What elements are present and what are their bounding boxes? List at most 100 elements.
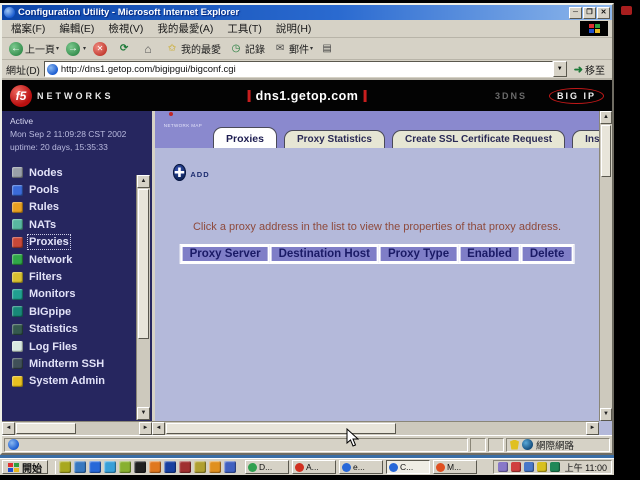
home-button[interactable]: ⌂ (138, 39, 161, 59)
refresh-button[interactable]: ⟳ (114, 39, 137, 59)
taskbar-window-button[interactable]: C... (386, 460, 430, 474)
scroll-up-icon[interactable]: ▲ (600, 111, 612, 124)
taskbar-window-button[interactable]: D... (245, 460, 289, 474)
window-button-icon (436, 463, 445, 472)
quicklaunch-icon[interactable] (224, 461, 236, 473)
link-bigip[interactable]: BIG IP (549, 88, 604, 104)
sidebar-item-nats[interactable]: NATs (12, 216, 152, 233)
quicklaunch-icon[interactable] (209, 461, 221, 473)
scrollbar-thumb[interactable] (16, 423, 76, 434)
tab-create-ssl-cert-request[interactable]: Create SSL Certificate Request (392, 130, 565, 148)
menu-item[interactable]: 說明(H) (269, 20, 319, 37)
history-button[interactable]: ◷ 記錄 (226, 39, 269, 59)
sidebar-item-bigpipe[interactable]: BIGpipe (12, 303, 152, 320)
scroll-down-icon[interactable]: ▼ (600, 408, 612, 421)
favorites-icon: ✩ (165, 42, 179, 56)
main-frame: NETWORK MAP Proxies Proxy Statistics Creat… (152, 111, 612, 435)
sidebar-item-statistics[interactable]: Statistics (12, 321, 152, 338)
tray-icon[interactable] (524, 462, 534, 472)
sidebar-item-system-admin[interactable]: System Admin (12, 373, 152, 390)
main-vertical-scrollbar[interactable]: ▲ ▼ (599, 111, 612, 421)
window-button-icon (389, 463, 398, 472)
red-bracket-right (363, 90, 366, 102)
col-destination-host[interactable]: Destination Host (270, 245, 379, 263)
scroll-left-icon[interactable]: ◄ (152, 422, 165, 435)
scroll-left-icon[interactable]: ◄ (2, 422, 15, 435)
start-button[interactable]: 開始 (2, 460, 48, 474)
sidebar-item-nodes[interactable]: Nodes (12, 164, 152, 181)
sidebar-horizontal-scrollbar[interactable]: ◄ ► (2, 421, 152, 435)
quicklaunch-icon[interactable] (164, 461, 176, 473)
forward-button[interactable]: → ▾ (63, 39, 89, 59)
quicklaunch-icon[interactable] (59, 461, 71, 473)
address-input[interactable]: http://dns1.getop.com/bigipgui/bigconf.c… (44, 61, 553, 77)
link-3dns[interactable]: 3DNS (495, 91, 527, 101)
back-button[interactable]: ← 上一頁 ▾ (6, 39, 62, 59)
col-proxy-type[interactable]: Proxy Type (379, 245, 458, 263)
taskbar-window-button[interactable]: e... (339, 460, 383, 474)
tray-icon[interactable] (511, 462, 521, 472)
tab-proxy-statistics[interactable]: Proxy Statistics (284, 130, 385, 148)
scroll-right-icon[interactable]: ► (586, 422, 599, 435)
col-proxy-server[interactable]: Proxy Server (181, 245, 270, 263)
print-button[interactable]: ▤ (317, 39, 340, 59)
scroll-right-icon[interactable]: ► (139, 422, 152, 435)
tray-icon[interactable] (498, 462, 508, 472)
quicklaunch-icon[interactable] (89, 461, 101, 473)
desktop: Configuration Utility - Microsoft Intern… (0, 3, 614, 472)
network-map-button[interactable]: NETWORK MAP (161, 114, 205, 132)
uptime-text: uptime: 20 days, 15:35:33 (10, 141, 152, 154)
sidebar-vertical-scrollbar[interactable]: ▲ ▼ (136, 175, 150, 420)
taskbar-window-button[interactable]: M... (433, 460, 477, 474)
back-icon: ← (9, 42, 23, 56)
menu-item[interactable]: 工具(T) (220, 20, 268, 37)
window-button-icon (248, 463, 257, 472)
quicklaunch-icon[interactable] (194, 461, 206, 473)
minimize-button[interactable]: ─ (569, 7, 582, 19)
close-button[interactable]: ✕ (597, 7, 610, 19)
sidebar-item-filters[interactable]: Filters (12, 268, 152, 285)
menu-item[interactable]: 編輯(E) (52, 20, 101, 37)
tray-icon[interactable] (537, 462, 547, 472)
scroll-up-icon[interactable]: ▲ (137, 175, 150, 188)
window-button-icon (295, 463, 304, 472)
scrollbar-thumb[interactable] (166, 423, 396, 434)
sidebar-item-monitors[interactable]: Monitors (12, 286, 152, 303)
sidebar-item-icon (12, 306, 23, 317)
go-button[interactable]: ➜ 移至 (571, 62, 608, 77)
quicklaunch-icon[interactable] (104, 461, 116, 473)
sidebar-item-pools[interactable]: Pools (12, 181, 152, 198)
tray-icon[interactable] (550, 462, 560, 472)
f5-logo[interactable]: f5 (10, 85, 32, 107)
scrollbar-thumb[interactable] (138, 189, 149, 339)
title-bar[interactable]: Configuration Utility - Microsoft Intern… (2, 5, 612, 20)
quicklaunch-icon[interactable] (179, 461, 191, 473)
menu-item[interactable]: 檢視(V) (101, 20, 150, 37)
add-proxy-button[interactable]: ✚ ADD (173, 161, 210, 185)
menu-item[interactable]: 我的最愛(A) (150, 20, 220, 37)
favorites-button[interactable]: ✩ 我的最愛 (162, 39, 225, 59)
col-enabled[interactable]: Enabled (458, 245, 521, 263)
quicklaunch-icon[interactable] (74, 461, 86, 473)
stop-button[interactable]: ✕ (90, 39, 113, 59)
sidebar-item-mindterm-ssh[interactable]: Mindterm SSH (12, 355, 152, 372)
sidebar-item-network[interactable]: Network (12, 251, 152, 268)
main-horizontal-scrollbar[interactable]: ◄ ► (152, 421, 599, 435)
address-dropdown-button[interactable]: ▼ (553, 61, 567, 77)
maximize-button[interactable]: ❐ (583, 7, 596, 19)
sidebar-item-logfiles[interactable]: Log Files (12, 338, 152, 355)
scroll-down-icon[interactable]: ▼ (137, 407, 150, 420)
col-delete[interactable]: Delete (521, 245, 574, 263)
quicklaunch-icon[interactable] (119, 461, 131, 473)
scrollbar-thumb[interactable] (601, 125, 611, 177)
quicklaunch-icon[interactable] (134, 461, 146, 473)
sidebar-item-rules[interactable]: Rules (12, 199, 152, 216)
menu-item[interactable]: 檔案(F) (4, 20, 52, 37)
sidebar-item-label: Statistics (29, 323, 78, 335)
quicklaunch-icon[interactable] (149, 461, 161, 473)
tab-install-ssl-cert[interactable]: Install SSL Certif (572, 130, 599, 148)
sidebar-item-proxies[interactable]: Proxies (12, 234, 152, 251)
tab-proxies[interactable]: Proxies (213, 127, 277, 148)
taskbar-window-button[interactable]: A... (292, 460, 336, 474)
mail-button[interactable]: ✉ 郵件 ▾ (270, 39, 316, 59)
